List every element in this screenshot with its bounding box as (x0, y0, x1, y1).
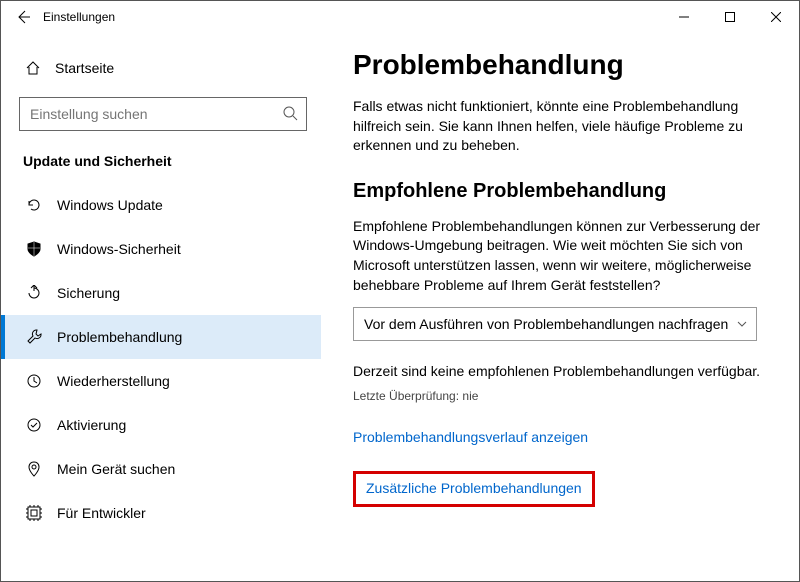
sidebar-item-windows-security[interactable]: Windows-Sicherheit (1, 227, 321, 271)
check-icon (25, 417, 43, 433)
policy-dropdown[interactable]: Vor dem Ausführen von Problembehandlunge… (353, 307, 757, 341)
search-icon (282, 105, 298, 121)
intro-text: Falls etwas nicht funktioniert, könnte e… (353, 97, 775, 156)
sidebar-item-developer[interactable]: Für Entwickler (1, 491, 321, 535)
developer-icon (25, 505, 43, 521)
minimize-button[interactable] (661, 1, 707, 33)
search-input[interactable] (20, 106, 306, 122)
sidebar-item-label: Windows Update (57, 197, 163, 213)
sidebar-item-label: Aktivierung (57, 417, 126, 433)
recommended-heading: Empfohlene Problembehandlung (353, 180, 775, 203)
page-title: Problembehandlung (353, 49, 775, 81)
home-label: Startseite (55, 60, 114, 76)
sidebar-item-label: Für Entwickler (57, 505, 146, 521)
window-title: Einstellungen (43, 10, 115, 24)
additional-troubleshooters-link[interactable]: Zusätzliche Problembehandlungen (366, 480, 582, 496)
refresh-icon (25, 197, 43, 213)
recommended-desc: Empfohlene Problembehandlungen können zu… (353, 217, 775, 295)
sidebar-item-windows-update[interactable]: Windows Update (1, 183, 321, 227)
titlebar: Einstellungen (1, 1, 799, 33)
section-heading: Update und Sicherheit (23, 153, 319, 169)
home-icon (25, 60, 41, 76)
highlight-box: Zusätzliche Problembehandlungen (353, 471, 595, 507)
sidebar-item-recovery[interactable]: Wiederherstellung (1, 359, 321, 403)
maximize-button[interactable] (707, 1, 753, 33)
sidebar-item-label: Mein Gerät suchen (57, 461, 175, 477)
last-check-text: Letzte Überprüfung: nie (353, 389, 775, 403)
content-pane: Problembehandlung Falls etwas nicht funk… (329, 33, 799, 581)
home-link[interactable]: Startseite (19, 57, 319, 79)
sidebar-item-find-device[interactable]: Mein Gerät suchen (1, 447, 321, 491)
sidebar-item-backup[interactable]: Sicherung (1, 271, 321, 315)
history-link[interactable]: Problembehandlungsverlauf anzeigen (353, 429, 775, 445)
chevron-down-icon (736, 318, 748, 330)
sidebar-item-label: Wiederherstellung (57, 373, 170, 389)
sidebar-item-activation[interactable]: Aktivierung (1, 403, 321, 447)
sidebar-item-troubleshoot[interactable]: Problembehandlung (1, 315, 321, 359)
back-button[interactable] (9, 9, 37, 25)
dropdown-value: Vor dem Ausführen von Problembehandlunge… (364, 316, 728, 332)
backup-icon (25, 285, 43, 301)
sidebar-item-label: Problembehandlung (57, 329, 182, 345)
wrench-icon (25, 329, 43, 345)
sidebar-item-label: Windows-Sicherheit (57, 241, 181, 257)
status-text: Derzeit sind keine empfohlenen Problembe… (353, 363, 775, 379)
shield-icon (25, 241, 43, 257)
sidebar: Startseite Update und Sicherheit Windows… (1, 33, 329, 581)
search-box[interactable] (19, 97, 307, 131)
close-button[interactable] (753, 1, 799, 33)
sidebar-item-label: Sicherung (57, 285, 120, 301)
location-icon (25, 461, 43, 477)
recovery-icon (25, 373, 43, 389)
